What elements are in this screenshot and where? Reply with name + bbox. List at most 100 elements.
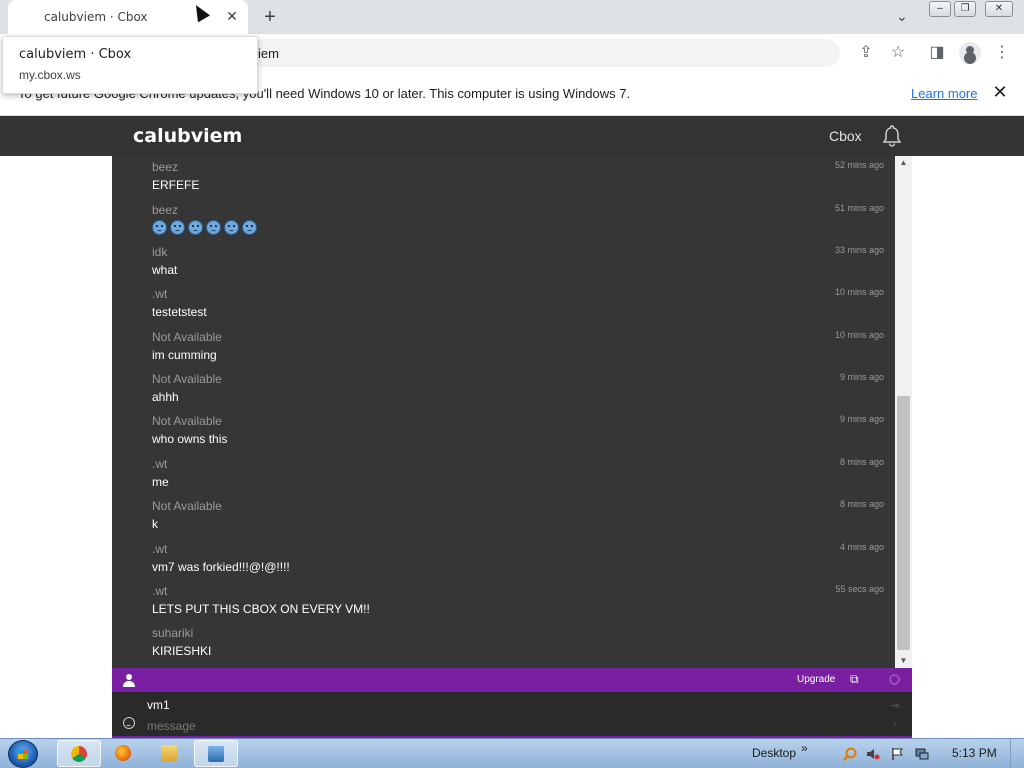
- message-text: k: [152, 517, 158, 531]
- message-author[interactable]: .wt: [152, 542, 167, 556]
- chat-scrollbar[interactable]: ▲ ▼: [895, 156, 912, 668]
- message-time: 52 mins ago: [834, 160, 884, 170]
- message-time: 33 mins ago: [834, 245, 884, 255]
- browser-tab[interactable]: calubviem · Cbox ✕: [8, 0, 248, 34]
- chat-message: idk 33 mins ago what: [152, 243, 887, 285]
- message-text: who owns this: [152, 432, 228, 446]
- message-text: me: [152, 475, 169, 489]
- tab-title: calubviem · Cbox: [44, 10, 148, 24]
- emoji-row: [152, 220, 257, 235]
- message-input[interactable]: [147, 717, 847, 735]
- message-author[interactable]: Not Available: [152, 414, 222, 428]
- user-icon[interactable]: [123, 673, 135, 687]
- message-text: ahhh: [152, 390, 179, 404]
- profile-avatar-icon[interactable]: [959, 42, 981, 64]
- cbox-nav-link[interactable]: Cbox: [829, 128, 862, 144]
- address-text: iem: [258, 46, 279, 61]
- sad-face-emoji-icon: [242, 220, 257, 235]
- message-author[interactable]: beez: [152, 203, 178, 217]
- browser-tab-strip: calubviem · Cbox ✕ + ⌄ – ❐ ✕: [0, 0, 1024, 34]
- start-button[interactable]: [8, 740, 38, 768]
- network-icon[interactable]: [915, 747, 929, 761]
- infobar-close-icon[interactable]: ✕: [990, 82, 1010, 102]
- sad-face-emoji-icon: [224, 220, 239, 235]
- browser-menu-icon[interactable]: ⋮: [992, 43, 1012, 63]
- hovercard-url: my.cbox.ws: [19, 68, 81, 82]
- message-text: what: [152, 263, 178, 277]
- control-panel-icon: [208, 746, 224, 762]
- upgrade-link[interactable]: Upgrade: [797, 674, 835, 685]
- message-text: KIRIESHKI: [152, 644, 212, 658]
- message-time: 9 mins ago: [839, 372, 884, 382]
- scroll-down-arrow-icon[interactable]: ▼: [895, 654, 912, 668]
- show-desktop-button[interactable]: [1010, 739, 1024, 768]
- message-time: 8 mins ago: [839, 457, 884, 467]
- chat-message: Not Available 9 mins ago who owns this: [152, 412, 887, 454]
- chat-message: Not Available 10 mins ago im cumming: [152, 328, 887, 370]
- restore-window-button[interactable]: ❐: [954, 1, 976, 17]
- send-arrow-icon[interactable]: ›: [893, 719, 896, 730]
- notification-bell-icon[interactable]: [880, 124, 904, 148]
- learn-more-link[interactable]: Learn more: [911, 86, 977, 101]
- scrollbar-thumb[interactable]: [897, 396, 910, 650]
- chat-message: beez 52 mins ago ERFEFE: [152, 158, 887, 200]
- system-clock[interactable]: 5:13 PM: [952, 746, 997, 760]
- bookmark-star-icon[interactable]: ☆: [888, 43, 908, 63]
- sad-face-emoji-icon: [152, 220, 167, 235]
- message-text: LETS PUT THIS CBOX ON EVERY VM!!: [152, 602, 370, 616]
- share-icon[interactable]: ⇪: [856, 43, 876, 63]
- message-time: 55 secs ago: [835, 584, 884, 594]
- message-author[interactable]: .wt: [152, 457, 167, 471]
- message-author[interactable]: Not Available: [152, 372, 222, 386]
- site-header: calubviem Cbox: [0, 116, 1024, 156]
- sad-face-emoji-icon: [188, 220, 203, 235]
- chat-message: Not Available 8 mins ago k: [152, 497, 887, 539]
- side-panel-icon[interactable]: ◨: [927, 43, 947, 63]
- close-window-button[interactable]: ✕: [985, 1, 1013, 17]
- folder-icon: [161, 745, 177, 761]
- message-author[interactable]: beez: [152, 160, 178, 174]
- tab-close-icon[interactable]: ✕: [224, 8, 240, 24]
- login-icon[interactable]: ⇥: [890, 699, 899, 712]
- chat-message-list: beez 52 mins ago ERFEFE beez 51 mins ago…: [112, 156, 912, 668]
- volume-muted-icon[interactable]: [866, 747, 880, 761]
- tray-expand-chevron-icon[interactable]: »: [801, 741, 808, 755]
- chat-message: .wt 8 mins ago me: [152, 455, 887, 497]
- sad-face-emoji-icon: [206, 220, 221, 235]
- message-time: 9 mins ago: [839, 414, 884, 424]
- page-left-margin: [0, 156, 112, 738]
- taskbar-control-panel-button[interactable]: [194, 740, 238, 767]
- new-tab-plus-icon[interactable]: +: [260, 7, 280, 27]
- chat-message: .wt 10 mins ago testetstest: [152, 285, 887, 327]
- message-author[interactable]: Not Available: [152, 499, 222, 513]
- chat-toolbar: Upgrade ⧉: [112, 668, 912, 692]
- message-author[interactable]: Not Available: [152, 330, 222, 344]
- name-field[interactable]: [147, 696, 847, 714]
- taskbar-explorer-button[interactable]: [148, 740, 192, 767]
- site-title[interactable]: calubviem: [133, 125, 242, 147]
- message-author[interactable]: .wt: [152, 287, 167, 301]
- connection-status-icon: [889, 674, 900, 685]
- minimize-window-button[interactable]: –: [929, 1, 951, 17]
- message-time: 10 mins ago: [834, 287, 884, 297]
- message-text: ERFEFE: [152, 178, 200, 192]
- scroll-up-arrow-icon[interactable]: ▲: [895, 156, 912, 170]
- message-time: 10 mins ago: [834, 330, 884, 340]
- action-center-flag-icon[interactable]: [891, 747, 905, 761]
- message-author[interactable]: idk: [152, 245, 167, 259]
- taskbar-chrome-button[interactable]: [57, 740, 101, 767]
- message-author[interactable]: .wt: [152, 584, 167, 598]
- desktop-toolbar-label[interactable]: Desktop: [752, 746, 796, 760]
- firefox-icon: [115, 745, 131, 761]
- search-magnifier-icon[interactable]: [843, 747, 857, 761]
- tab-search-chevron-icon[interactable]: ⌄: [896, 8, 908, 25]
- message-author[interactable]: suhariki: [152, 626, 193, 640]
- taskbar-firefox-button[interactable]: [102, 740, 146, 767]
- page-right-margin: [912, 156, 1024, 738]
- message-text: testetstest: [152, 305, 207, 319]
- message-time: 51 mins ago: [834, 203, 884, 213]
- message-time: 8 mins ago: [839, 499, 884, 509]
- emoji-picker-icon[interactable]: [123, 717, 135, 729]
- sad-face-emoji-icon: [170, 220, 185, 235]
- popout-external-icon[interactable]: ⧉: [850, 672, 864, 686]
